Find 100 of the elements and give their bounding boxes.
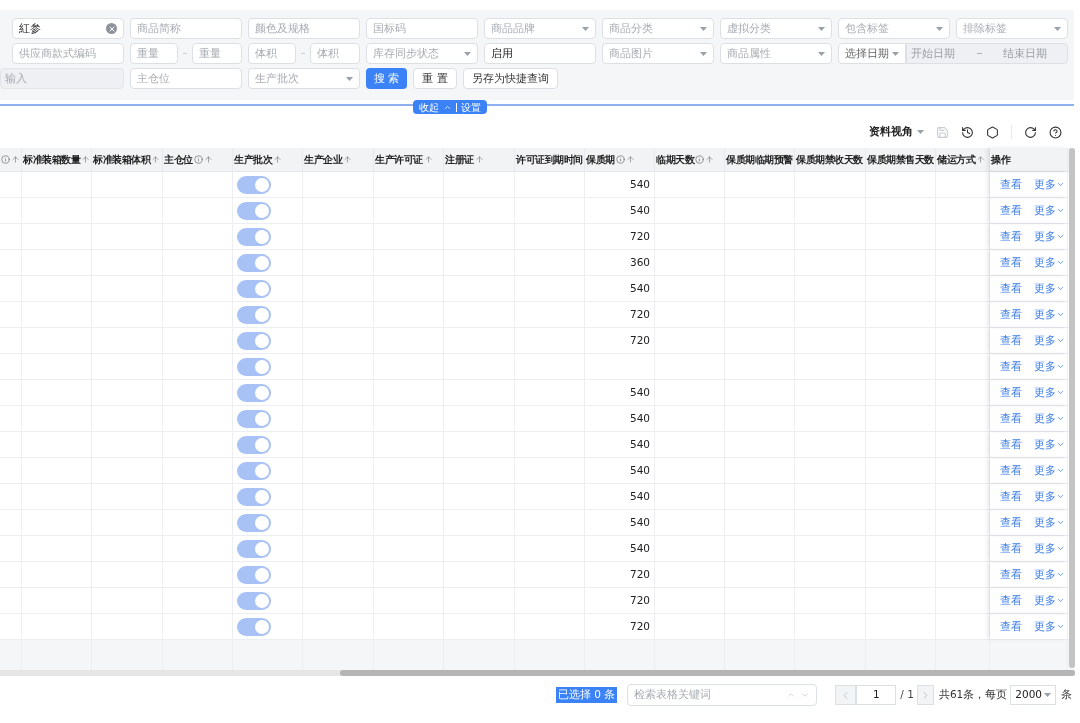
more-link[interactable]: 更多 bbox=[1034, 436, 1065, 453]
toggle-switch[interactable] bbox=[237, 227, 271, 246]
sort-icon[interactable] bbox=[625, 155, 635, 164]
clear-icon[interactable] bbox=[106, 23, 117, 34]
chevron-up-icon[interactable] bbox=[786, 690, 797, 700]
more-link[interactable]: 更多 bbox=[1034, 384, 1065, 401]
column-header[interactable]: 保质期临期预警 bbox=[725, 148, 795, 171]
more-link[interactable]: 更多 bbox=[1034, 332, 1065, 349]
sort-icon[interactable] bbox=[474, 155, 484, 164]
more-link[interactable]: 更多 bbox=[1034, 566, 1065, 583]
view-dropdown[interactable]: 资料视角 bbox=[869, 124, 924, 140]
more-link[interactable]: 更多 bbox=[1034, 202, 1065, 219]
view-link[interactable]: 查看 bbox=[1000, 618, 1022, 635]
more-link[interactable]: 更多 bbox=[1034, 228, 1065, 245]
dropdown[interactable]: 商品属性 bbox=[720, 43, 832, 64]
page-size-dropdown[interactable]: 2000 bbox=[1010, 685, 1057, 705]
column-header[interactable]: 储运方式 bbox=[936, 148, 990, 171]
more-link[interactable]: 更多 bbox=[1034, 254, 1065, 271]
dropdown[interactable]: 库存同步状态 bbox=[366, 43, 478, 64]
column-header[interactable]: 保质期禁收天数 bbox=[795, 148, 866, 171]
date-mode-dropdown[interactable]: 选择日期 bbox=[838, 43, 906, 64]
column-header[interactable]: 许可证到期时间 bbox=[515, 148, 585, 171]
range-to-input[interactable]: 重量 bbox=[192, 43, 242, 64]
column-header[interactable]: 生产企业 bbox=[303, 148, 374, 171]
dropdown[interactable]: 包含标签 bbox=[838, 18, 950, 39]
collapse-tab[interactable]: 收起 设置 bbox=[413, 100, 487, 114]
more-link[interactable]: 更多 bbox=[1034, 514, 1065, 531]
toggle-switch[interactable] bbox=[237, 591, 271, 610]
range-to-input[interactable]: 体积 bbox=[310, 43, 360, 64]
chevron-down-icon[interactable] bbox=[800, 690, 811, 700]
view-link[interactable]: 查看 bbox=[1000, 254, 1022, 271]
dropdown[interactable]: 排除标签 bbox=[956, 18, 1068, 39]
toggle-switch[interactable] bbox=[237, 279, 271, 298]
sort-icon[interactable] bbox=[343, 155, 352, 164]
more-link[interactable]: 更多 bbox=[1034, 280, 1065, 297]
refresh-icon[interactable] bbox=[1024, 125, 1037, 139]
column-header[interactable]: 临期天数 bbox=[655, 148, 725, 171]
view-link[interactable]: 查看 bbox=[1000, 306, 1022, 323]
column-header[interactable]: 生产许可证 bbox=[374, 148, 444, 171]
toggle-switch[interactable] bbox=[237, 487, 271, 506]
vertical-scrollbar[interactable] bbox=[1069, 148, 1075, 668]
toggle-switch[interactable] bbox=[237, 331, 271, 350]
secondary-button[interactable]: 另存为快捷查询 bbox=[462, 68, 558, 89]
next-page-button[interactable] bbox=[916, 685, 934, 705]
text-input[interactable]: 主仓位 bbox=[130, 68, 242, 89]
toggle-switch[interactable] bbox=[237, 175, 271, 194]
view-link[interactable]: 查看 bbox=[1000, 358, 1022, 375]
dropdown[interactable]: 商品品牌 bbox=[484, 18, 596, 39]
column-header[interactable] bbox=[0, 148, 22, 171]
view-link[interactable]: 查看 bbox=[1000, 566, 1022, 583]
toggle-switch[interactable] bbox=[237, 383, 271, 402]
view-link[interactable]: 查看 bbox=[1000, 384, 1022, 401]
column-header[interactable]: 保质期 bbox=[585, 148, 655, 171]
view-link[interactable]: 查看 bbox=[1000, 540, 1022, 557]
toggle-switch[interactable] bbox=[237, 461, 271, 480]
history-icon[interactable] bbox=[961, 125, 974, 139]
sort-icon[interactable] bbox=[81, 155, 90, 164]
sort-icon[interactable] bbox=[423, 155, 433, 164]
view-link[interactable]: 查看 bbox=[1000, 332, 1022, 349]
sort-icon[interactable] bbox=[705, 155, 714, 164]
toggle-switch[interactable] bbox=[237, 409, 271, 428]
toggle-switch[interactable] bbox=[237, 565, 271, 584]
sort-icon[interactable] bbox=[151, 155, 160, 164]
text-input[interactable]: 颜色及规格 bbox=[248, 18, 360, 39]
view-link[interactable]: 查看 bbox=[1000, 488, 1022, 505]
view-link[interactable]: 查看 bbox=[1000, 462, 1022, 479]
toggle-switch[interactable] bbox=[237, 201, 271, 220]
help-icon[interactable] bbox=[1049, 125, 1062, 139]
more-link[interactable]: 更多 bbox=[1034, 618, 1065, 635]
column-header[interactable]: 注册证 bbox=[444, 148, 515, 171]
range-from-input[interactable]: 体积 bbox=[248, 43, 296, 64]
save-icon[interactable] bbox=[936, 125, 949, 139]
toggle-switch[interactable] bbox=[237, 305, 271, 324]
toggle-switch[interactable] bbox=[237, 539, 271, 558]
more-link[interactable]: 更多 bbox=[1034, 176, 1065, 193]
more-link[interactable]: 更多 bbox=[1034, 540, 1065, 557]
column-header[interactable]: 生产批次 bbox=[233, 148, 303, 171]
column-header[interactable]: 标准装箱体积 bbox=[92, 148, 163, 171]
view-link[interactable]: 查看 bbox=[1000, 436, 1022, 453]
horizontal-scrollbar[interactable] bbox=[0, 670, 1075, 676]
column-header[interactable]: 主仓位 bbox=[163, 148, 233, 171]
dropdown[interactable]: 虚拟分类 bbox=[720, 18, 832, 39]
view-link[interactable]: 查看 bbox=[1000, 514, 1022, 531]
more-link[interactable]: 更多 bbox=[1034, 592, 1065, 609]
more-link[interactable]: 更多 bbox=[1034, 488, 1065, 505]
more-link[interactable]: 更多 bbox=[1034, 358, 1065, 375]
table-search-field[interactable]: 检索表格关键词 bbox=[627, 684, 818, 706]
text-input[interactable]: 国标码 bbox=[366, 18, 478, 39]
column-header[interactable]: 操作 bbox=[990, 148, 1068, 171]
more-link[interactable]: 更多 bbox=[1034, 410, 1065, 427]
sort-icon[interactable] bbox=[203, 155, 213, 164]
more-link[interactable]: 更多 bbox=[1034, 462, 1065, 479]
range-from-input[interactable]: 重量 bbox=[130, 43, 178, 64]
text-input[interactable]: 供应商款式编码 bbox=[12, 43, 124, 64]
view-link[interactable]: 查看 bbox=[1000, 410, 1022, 427]
collapse-link[interactable]: 收起 bbox=[419, 99, 439, 115]
dropdown[interactable]: 商品图片 bbox=[602, 43, 714, 64]
view-link[interactable]: 查看 bbox=[1000, 176, 1022, 193]
dropdown[interactable]: 生产批次 bbox=[248, 68, 360, 89]
view-link[interactable]: 查看 bbox=[1000, 202, 1022, 219]
